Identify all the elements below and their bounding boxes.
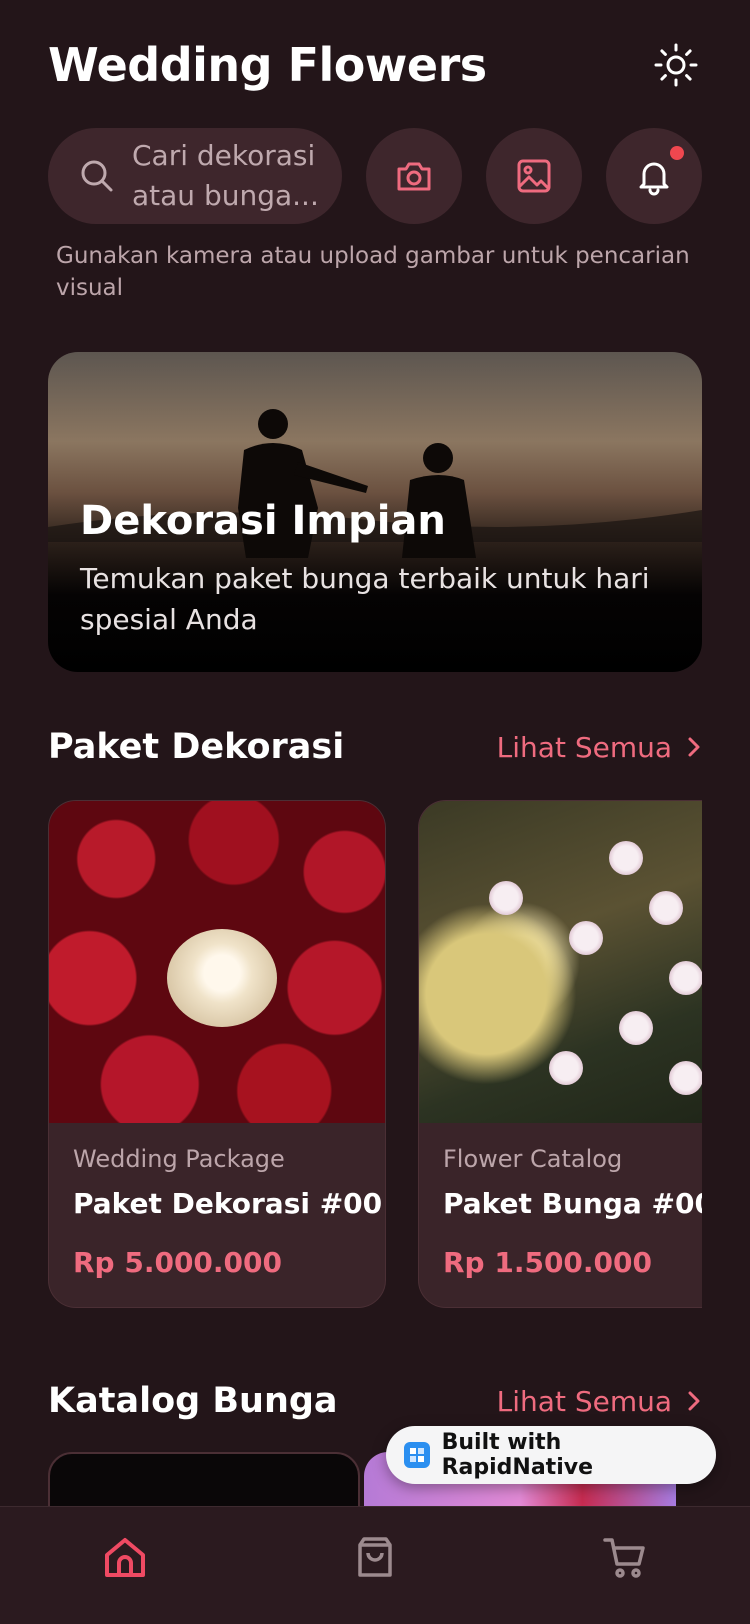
image-upload-button[interactable] [486, 128, 582, 224]
shopping-bag-icon [358, 1537, 392, 1577]
search-row: Cari dekorasi atau bunga... [48, 128, 702, 224]
theme-toggle-button[interactable] [650, 39, 702, 91]
image-icon [517, 159, 551, 193]
search-placeholder: Cari dekorasi atau bunga... [132, 139, 319, 212]
notification-button[interactable] [606, 128, 702, 224]
paket-section-header: Paket Dekorasi Lihat Semua [48, 722, 702, 772]
product-card[interactable]: Flower Catalog Paket Bunga #002 Rp 1.500… [418, 800, 702, 1308]
search-icon [81, 160, 113, 192]
katalog-see-all-link[interactable]: Lihat Semua [497, 1385, 702, 1418]
home-icon [105, 1538, 145, 1577]
product-image-roses [49, 801, 385, 1123]
visual-search-hint: Gunakan kamera atau upload gambar untuk … [56, 243, 690, 301]
bell-icon [639, 162, 669, 196]
product-name: Paket Dekorasi #001 [73, 1187, 386, 1220]
katalog-see-all-label: Lihat Semua [496, 1384, 672, 1418]
tab-cart[interactable] [565, 1533, 685, 1624]
hero-subtitle: Temukan paket bunga terbaik untuk hari s… [80, 562, 650, 636]
product-category: Wedding Package [73, 1145, 285, 1173]
paket-see-all-link[interactable]: Lihat Semua [497, 731, 702, 764]
camera-icon [397, 162, 431, 191]
paket-card-list: Wedding Package Paket Dekorasi #001 Rp 5… [48, 800, 702, 1308]
bottom-tab-bar [0, 1506, 750, 1624]
header: Wedding Flowers [48, 30, 702, 100]
hero-banner[interactable]: Dekorasi Impian Temukan paket bunga terb… [48, 352, 702, 672]
built-with-badge[interactable]: Built with RapidNative [386, 1426, 716, 1484]
katalog-section-header: Katalog Bunga Lihat Semua [48, 1376, 702, 1426]
cart-icon [603, 1538, 645, 1578]
built-with-label: Built with RapidNative [441, 1430, 593, 1480]
hero-title: Dekorasi Impian [80, 498, 446, 544]
product-price: Rp 1.500.000 [443, 1246, 653, 1279]
product-name: Paket Bunga #002 [443, 1187, 702, 1220]
tab-home[interactable] [65, 1533, 185, 1624]
product-price: Rp 5.000.000 [73, 1246, 283, 1279]
camera-search-button[interactable] [366, 128, 462, 224]
sun-icon [654, 43, 698, 87]
chevron-right-icon [688, 737, 700, 757]
app-title: Wedding Flowers [48, 38, 487, 92]
product-image-blossom [419, 801, 702, 1123]
catalog-card[interactable] [48, 1452, 360, 1512]
search-input[interactable]: Cari dekorasi atau bunga... [48, 128, 342, 224]
rapidnative-logo-icon [404, 1442, 430, 1468]
white-rose [167, 929, 277, 1027]
tab-products[interactable] [315, 1533, 435, 1624]
chevron-right-icon [688, 1391, 700, 1411]
paket-see-all-label: Lihat Semua [496, 730, 672, 764]
product-category: Flower Catalog [443, 1145, 623, 1173]
paket-section-title: Paket Dekorasi [48, 727, 345, 767]
product-card[interactable]: Wedding Package Paket Dekorasi #001 Rp 5… [48, 800, 386, 1308]
notification-dot [670, 146, 684, 160]
katalog-section-title: Katalog Bunga [48, 1381, 338, 1421]
